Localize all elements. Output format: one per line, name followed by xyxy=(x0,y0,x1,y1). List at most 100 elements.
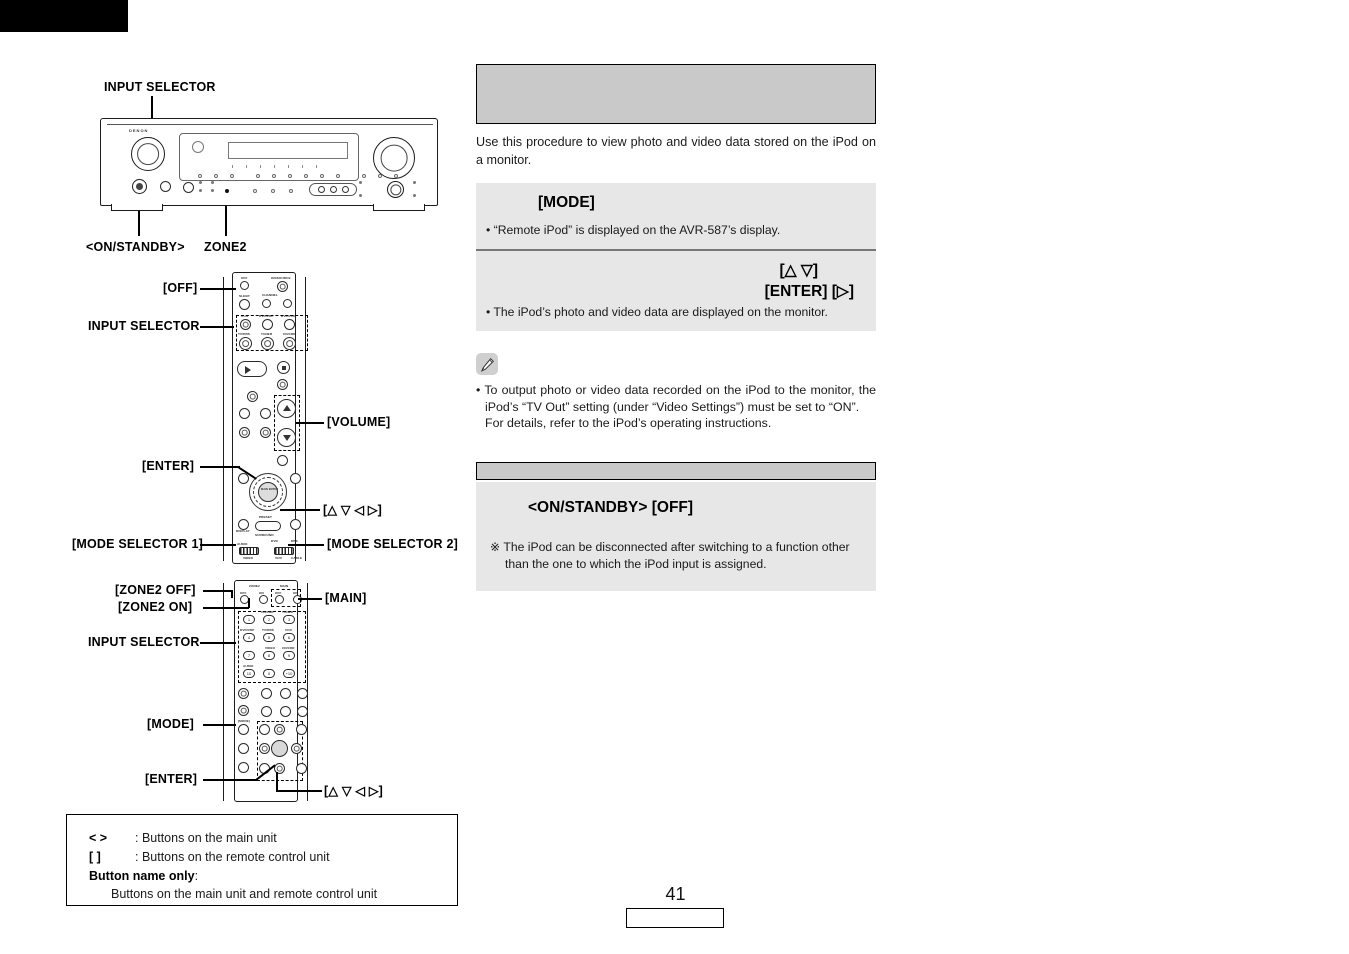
panel-button[interactable] xyxy=(183,182,194,193)
record-button[interactable] xyxy=(277,379,288,390)
return-button[interactable] xyxy=(290,519,301,530)
leader-line xyxy=(203,779,257,781)
play-button[interactable] xyxy=(237,361,267,377)
label-main-enter: MAIN ENTER xyxy=(261,488,279,491)
panel-button-trio[interactable] xyxy=(309,183,357,196)
label-cable: CABLE xyxy=(291,556,303,560)
keypad-button[interactable]: 7 xyxy=(243,651,255,660)
callout-main-zone2: ZONE2 xyxy=(204,240,247,254)
receiver-foot xyxy=(111,204,163,211)
exit-button[interactable] xyxy=(261,706,272,717)
callout-r2-zone2-on: [ZONE2 ON] xyxy=(118,600,193,614)
legend-text-main: : Buttons on the main unit xyxy=(135,831,277,845)
final-note-text: ※ The iPod can be disconnected after swi… xyxy=(490,539,850,571)
panel-button[interactable] xyxy=(160,181,171,192)
note-block: • To output photo or video data recorded… xyxy=(476,353,876,432)
cursor-up-button[interactable] xyxy=(274,724,285,735)
control-button[interactable] xyxy=(238,762,249,773)
main-enter-button[interactable] xyxy=(258,482,278,502)
note-line-1: • To output photo or video data recorded… xyxy=(476,383,876,414)
keypad-button[interactable]: 3 xyxy=(283,615,295,624)
label-display: DISPLAY xyxy=(236,529,250,533)
step-1-keys: [MODE] xyxy=(538,194,595,211)
title-button[interactable] xyxy=(238,743,249,754)
intro-paragraph: Use this procedure to view photo and vid… xyxy=(476,135,876,167)
system-setup-button[interactable] xyxy=(259,724,270,735)
master-volume-knob[interactable] xyxy=(373,137,415,179)
on-standby-button[interactable] xyxy=(132,179,147,194)
tune-up-button[interactable] xyxy=(260,427,271,438)
section-header-band xyxy=(476,64,876,124)
mode-selector-2-slider[interactable] xyxy=(274,547,294,555)
preset-rocker[interactable] xyxy=(255,521,281,531)
receiver-top-edge xyxy=(107,124,433,125)
leader-line xyxy=(138,210,140,236)
receiver-foot xyxy=(373,204,425,211)
footer-box xyxy=(626,908,724,928)
keypad-button[interactable]: 5 xyxy=(263,633,275,642)
input-selector-knob[interactable] xyxy=(131,137,165,171)
step-2: [△ ▽] [ENTER] [▷] • The iPod’s photo and… xyxy=(476,249,876,331)
keypad-button[interactable]: 6 xyxy=(283,633,295,642)
callout-r2-main: [MAIN] xyxy=(325,591,367,605)
display-tick-row xyxy=(232,165,317,168)
power-off-button[interactable] xyxy=(240,281,249,290)
enter-button[interactable] xyxy=(271,740,288,757)
sleep-button[interactable] xyxy=(239,299,250,310)
keypad-button[interactable]: +10 xyxy=(283,669,295,678)
menu-button[interactable] xyxy=(296,724,307,735)
panel-jack-dots xyxy=(359,181,419,199)
zone2-indicator-dot xyxy=(225,189,229,193)
label-preset: PRESET xyxy=(259,515,272,519)
on-screen-button[interactable] xyxy=(261,688,272,699)
remote-control-lower-illustration: ZONE2 OFF ON MAIN OFF ON 1 2 3 4 5 6 7 8… xyxy=(223,580,309,802)
setup-button[interactable] xyxy=(238,473,249,484)
callout-r2-enter: [ENTER] xyxy=(145,772,198,786)
stop-icon xyxy=(281,365,286,370)
mode-selector-1-slider[interactable] xyxy=(239,547,259,555)
final-step-note: ※ The iPod can be disconnected after swi… xyxy=(476,539,876,573)
leader-line xyxy=(231,590,233,598)
power-on-source-button[interactable] xyxy=(277,281,288,292)
channel-up-button[interactable] xyxy=(283,299,292,308)
label-channel: CHANNEL xyxy=(262,293,278,297)
cursor-left-button[interactable] xyxy=(259,743,270,754)
channel-down-button[interactable] xyxy=(238,705,249,716)
label-dvd: DVD xyxy=(271,539,278,543)
status-button[interactable] xyxy=(290,473,301,484)
return-button[interactable] xyxy=(296,763,307,774)
step-1-note: • “Remote iPod” is displayed on the AVR-… xyxy=(486,223,781,237)
mode-selector-button[interactable] xyxy=(238,724,249,735)
keypad-button[interactable]: 9 xyxy=(283,651,295,660)
tune-down-button[interactable] xyxy=(239,427,250,438)
tape-button[interactable] xyxy=(297,706,308,717)
leader-line xyxy=(203,607,249,609)
keypad-button[interactable]: 2 xyxy=(263,615,275,624)
leader-line xyxy=(203,724,236,726)
callout-main-on-standby: <ON/STANDBY> xyxy=(86,240,185,254)
keypad-button[interactable]: 1 xyxy=(243,615,255,624)
receiver-body: DENON xyxy=(100,118,438,211)
skip-fwd-button[interactable] xyxy=(260,408,271,419)
leader-line xyxy=(288,544,324,546)
legend-row-remote: [ ]: Buttons on the remote control unit xyxy=(89,848,457,867)
channel-up-button[interactable] xyxy=(238,688,249,699)
channel-down-button[interactable] xyxy=(262,299,271,308)
cursor-right-button[interactable] xyxy=(291,743,302,754)
pause-button[interactable] xyxy=(247,391,258,402)
keypad-button[interactable]: 8 xyxy=(263,651,275,660)
zone2-on-button[interactable] xyxy=(259,595,268,604)
keypad-button[interactable]: 4 xyxy=(243,633,255,642)
keypad-button[interactable]: 10 xyxy=(243,669,255,678)
monitor-button[interactable] xyxy=(280,706,291,717)
label-surround: SURROUND xyxy=(255,533,274,537)
skip-back-button[interactable] xyxy=(239,408,250,419)
final-step-block: <ON/STANDBY> [OFF] ※ The iPod can be dis… xyxy=(476,481,876,591)
mode-button[interactable] xyxy=(280,688,291,699)
display-indicator-row xyxy=(198,174,398,178)
callout-r2-cursor: [△ ▽ ◁ ▷] xyxy=(324,784,383,798)
mute-button[interactable] xyxy=(277,455,288,466)
front-display-window xyxy=(179,133,398,181)
keypad-button[interactable]: 0 xyxy=(263,669,275,678)
tv-button[interactable] xyxy=(297,688,308,699)
